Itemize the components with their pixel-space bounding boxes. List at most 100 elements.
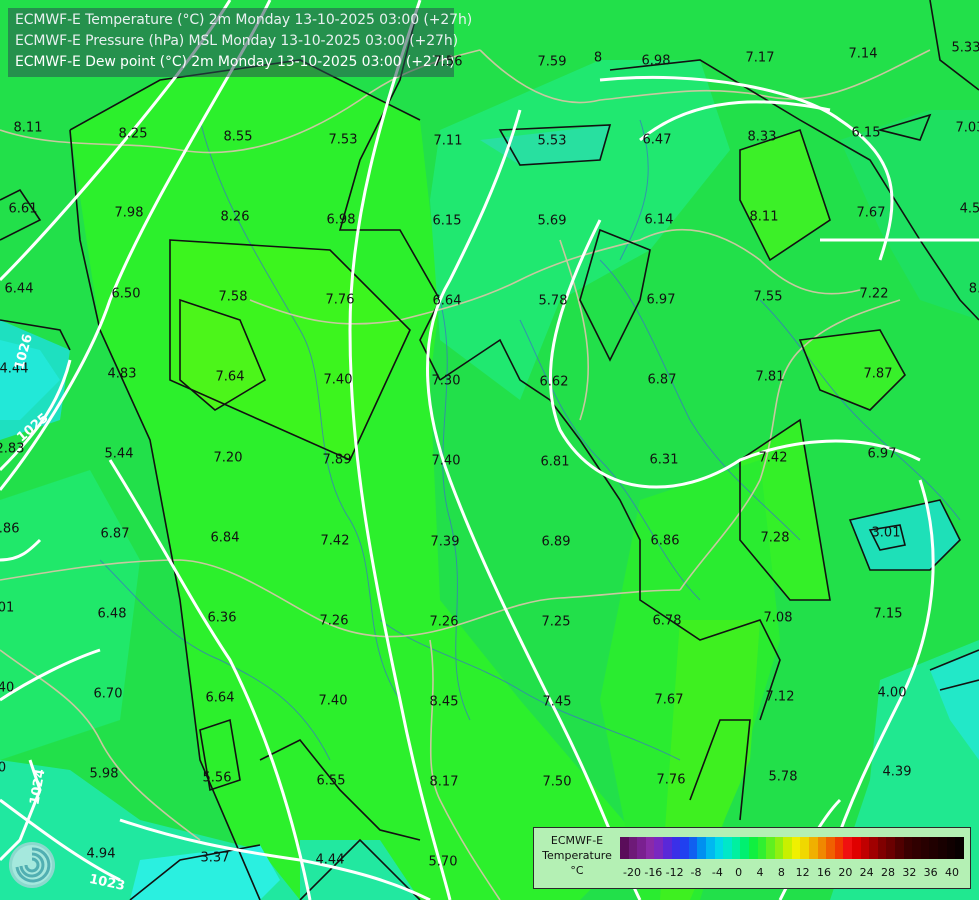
value-label: 5.70 [428, 854, 458, 870]
legend-swatch [860, 837, 870, 859]
value-label: 7.20 [213, 450, 243, 466]
value-label: 4.39 [882, 764, 912, 780]
value-label: 4.5 [959, 201, 979, 217]
value-label: 6.61 [8, 201, 38, 217]
value-label: 7.58 [218, 289, 248, 305]
value-label: 7.55 [753, 289, 783, 305]
value-label: 7.40 [318, 693, 348, 709]
value-label: 0 [0, 760, 7, 776]
legend-swatch [929, 837, 938, 859]
value-label: 7.81 [755, 369, 785, 385]
title-dewpoint: ECMWF-E Dew point (°C) 2m Monday 13-10-2… [15, 54, 455, 70]
legend-swatch [955, 837, 964, 859]
value-label: 3.01 [871, 525, 901, 541]
value-label: 7.76 [656, 772, 686, 788]
legend-tick-label: -4 [711, 866, 723, 879]
value-label: 7.26 [429, 614, 459, 630]
legend-swatch [843, 837, 853, 859]
value-label: 6.55 [316, 773, 346, 789]
legend-swatch [800, 837, 810, 859]
legend-tick-label: 4 [756, 866, 764, 879]
legend-tick-label: 24 [859, 866, 874, 879]
value-label: 7.12 [765, 689, 795, 705]
value-label: 7.50 [542, 774, 572, 790]
legend-tick-label: 20 [838, 866, 853, 879]
value-label: 5.78 [768, 769, 798, 785]
value-label: 7.30 [431, 373, 461, 389]
legend-tick-label: 28 [881, 866, 895, 879]
legend-swatch [680, 837, 689, 859]
value-label: 7.17 [745, 50, 775, 66]
legend-swatch [869, 837, 878, 859]
value-label: 5.78 [538, 293, 568, 309]
value-label: 6.31 [649, 452, 679, 468]
value-label: 7.15 [873, 606, 903, 622]
legend-swatch [748, 837, 758, 859]
value-label: 6.98 [641, 53, 671, 69]
value-label: 7.67 [654, 692, 684, 708]
value-label: 6.98 [326, 212, 356, 228]
value-label: 6.86 [650, 533, 680, 549]
value-label: 6.84 [210, 530, 240, 546]
legend-swatch [637, 837, 646, 859]
value-label: 5.44 [104, 446, 134, 462]
value-label: 3.37 [200, 850, 230, 866]
value-label: 6.62 [539, 374, 569, 390]
legend-tick-label: 16 [817, 866, 831, 879]
legend-ticks: -20 -16 -12 -8 -4 0 4 8 12 16 20 24 28 32 36 40 [620, 866, 964, 880]
legend-title-line: °C [570, 864, 584, 877]
value-label: 7.22 [859, 286, 889, 302]
value-label: 7.26 [319, 613, 349, 629]
legend-swatch [826, 837, 835, 859]
value-label: 7.98 [114, 205, 144, 221]
legend-swatch [809, 837, 818, 859]
legend-swatch [886, 837, 895, 859]
value-label: 8.17 [429, 774, 459, 790]
value-label: 5.98 [89, 766, 119, 782]
legend-swatch [723, 837, 732, 859]
value-label: 8.11 [749, 209, 779, 225]
value-label: 6.70 [93, 686, 123, 702]
legend-swatch [697, 837, 706, 859]
legend-tick-label: 12 [795, 866, 810, 879]
value-label: 7.53 [328, 132, 358, 148]
value-label: 4.94 [86, 846, 116, 862]
value-label: 8.26 [220, 209, 250, 225]
legend-swatch [654, 837, 663, 859]
value-label: 8 [593, 50, 603, 66]
value-label: 7.45 [542, 694, 572, 710]
legend-swatch [645, 837, 655, 859]
value-label: 2.83 [0, 441, 25, 457]
value-label: 7.87 [863, 366, 893, 382]
value-label: 6.64 [205, 690, 235, 706]
legend-tick-label: -8 [690, 866, 702, 879]
value-label: 7.40 [323, 372, 353, 388]
value-label: 7.89 [322, 452, 352, 468]
value-label: 6.15 [432, 213, 462, 229]
value-label: 7.67 [856, 205, 886, 221]
legend: ECMWF-E Temperature °C -20 -16 -12 -8 -4 0 4 8 1… [533, 827, 971, 889]
legend-title-line: Temperature [542, 849, 612, 862]
ecmwf-logo-icon [9, 842, 55, 888]
value-label: 6.48 [97, 606, 127, 622]
value-label: 6.36 [207, 610, 237, 626]
legend-swatch [705, 837, 715, 859]
value-label: 4.00 [877, 685, 907, 701]
legend-swatch [740, 837, 749, 859]
legend-tick-label: -12 [665, 866, 684, 879]
title-temperature: ECMWF-E Temperature (°C) 2m Monday 13-10… [15, 12, 473, 28]
legend-colorbar [620, 837, 964, 859]
value-label: 7.59 [537, 54, 567, 70]
legend-swatch [834, 837, 844, 859]
value-label: 8.11 [13, 120, 43, 136]
value-label: .40 [0, 680, 15, 696]
value-label: 6.50 [111, 286, 141, 302]
value-label: .01 [0, 600, 15, 616]
value-label: 7.11 [433, 133, 463, 149]
value-label: 4.83 [107, 366, 137, 382]
value-label: 7.08 [763, 610, 793, 626]
value-label: 5.56 [202, 770, 232, 786]
legend-swatch [731, 837, 741, 859]
legend-tick-label: 36 [923, 866, 938, 879]
value-label: 6.89 [541, 534, 571, 550]
